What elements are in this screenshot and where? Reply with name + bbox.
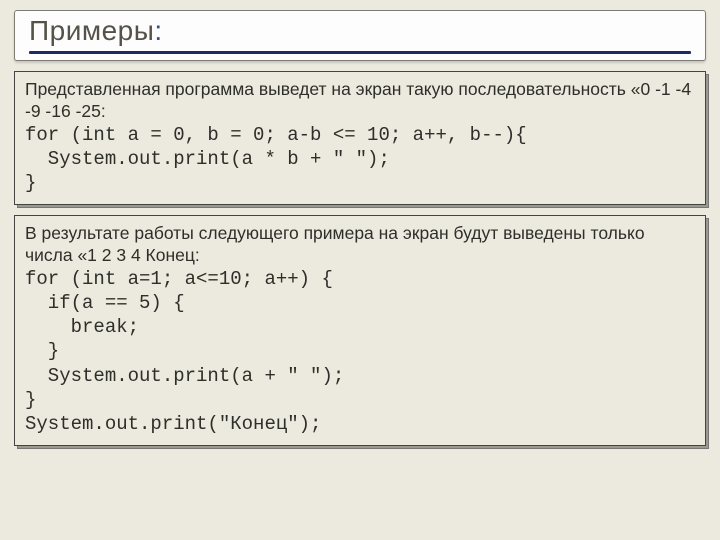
example-2-code: for (int a=1; a<=10; a++) { if(a == 5) {… (25, 267, 695, 437)
title-card: Примеры: (14, 10, 706, 61)
example-1-code: for (int a = 0, b = 0; a-b <= 10; a++, b… (25, 123, 695, 196)
title-underline (29, 51, 691, 54)
slide: Примеры: Представленная программа выведе… (0, 0, 720, 540)
slide-title: Примеры (29, 15, 154, 46)
example-2-intro: В результате работы следующего примера н… (25, 222, 695, 267)
example-1-inner: Представленная программа выведет на экра… (14, 71, 706, 205)
slide-title-colon: : (154, 15, 162, 46)
example-2-inner: В результате работы следующего примера н… (14, 215, 706, 446)
example-1-intro: Представленная программа выведет на экра… (25, 78, 695, 123)
example-1: Представленная программа выведет на экра… (14, 71, 706, 205)
slide-title-row: Примеры: (29, 15, 691, 47)
example-2: В результате работы следующего примера н… (14, 215, 706, 446)
